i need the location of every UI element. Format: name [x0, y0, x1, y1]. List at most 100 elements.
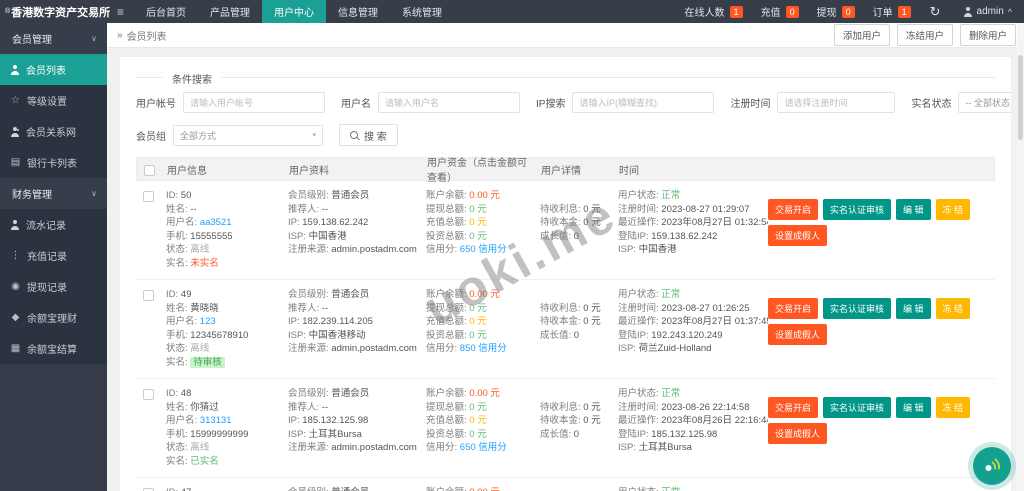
user-details-cell: 待收利息: 0 元 待收本金: 0 元 成长值: 0 — [540, 189, 618, 270]
row-checkbox[interactable] — [143, 290, 154, 301]
sidebar-group-members[interactable]: 会员管理∨ — [0, 23, 107, 54]
freeze-button[interactable]: 冻 结 — [936, 397, 971, 418]
realname-verify-button[interactable]: 实名认证审核 — [823, 298, 891, 319]
edit-button[interactable]: 编 辑 — [896, 298, 931, 319]
set-fake-user-button[interactable]: 设置成假人 — [768, 423, 827, 444]
row-checkbox[interactable] — [143, 389, 154, 400]
realname-status-select[interactable]: -- 全部状态 --▾ — [958, 92, 1012, 113]
last-operation-time: 2023年08月27日 01:37:45 — [661, 316, 768, 327]
search-button[interactable]: 搜 索 — [339, 124, 398, 146]
recharge-total[interactable]: 0 元 — [469, 217, 486, 228]
online-status: 离线 — [190, 442, 209, 453]
breadcrumb: » 会员列表 — [117, 28, 167, 43]
stat-recharge[interactable]: 充值0 — [752, 4, 808, 19]
search-panel-title: 条件搜索 — [162, 71, 222, 86]
col-time: 时间 — [619, 162, 769, 177]
select-all-checkbox[interactable] — [144, 165, 155, 176]
balance-value[interactable]: 0.00 元 — [469, 289, 500, 300]
field-register-time: 注册时间 — [730, 92, 895, 113]
breadcrumb-arrow-icon: » — [117, 30, 123, 41]
nav-system[interactable]: 系统管理 — [390, 0, 454, 23]
refresh-icon[interactable]: ↻ — [920, 4, 951, 20]
withdraw-total[interactable]: 0 元 — [469, 204, 486, 215]
hamburger-icon[interactable]: ≡ — [107, 0, 134, 23]
actions-cell: 交易开启 实名认证审核 编 辑 冻 结 设置成假人 — [768, 387, 995, 468]
nav-products[interactable]: 产品管理 — [198, 0, 262, 23]
sidebar-item-yuebao-invest[interactable]: ◆余额宝理财 — [0, 302, 107, 333]
user-details-cell: 待收利息: 0 元 待收本金: 0 元 成长值: 0 — [540, 486, 618, 491]
table-header: 用户信息 用户资料 用户资金（点击金额可查看） 用户详情 时间 — [136, 157, 995, 181]
nav-user-center[interactable]: 用户中心 — [262, 0, 326, 23]
invest-total[interactable]: 0 元 — [469, 330, 486, 341]
ip-search-input[interactable] — [572, 92, 714, 113]
invest-total[interactable]: 0 元 — [469, 429, 486, 440]
member-group-select[interactable]: 全部方式▾ — [173, 125, 323, 146]
sidebar-item-flow-records[interactable]: 流水记录 — [0, 209, 107, 240]
sidebar-item-recharge-records[interactable]: ⋮充值记录 — [0, 240, 107, 271]
withdraw-count-badge: 0 — [842, 6, 855, 18]
freeze-user-button[interactable]: 冻结用户 — [897, 24, 953, 46]
time-cell: 用户状态: 正常 注册时间: 2023-08-26 20:57:11 最近操作:… — [618, 486, 768, 491]
nav-home[interactable]: 后台首页 — [134, 0, 198, 23]
search-row-2: 会员组 全部方式▾ 搜 索 — [136, 124, 995, 146]
customer-service-button[interactable] — [973, 447, 1011, 485]
scrollbar-track[interactable] — [1017, 23, 1024, 491]
account-state: 正常 — [661, 388, 680, 399]
username-link[interactable]: 123 — [200, 316, 216, 327]
credit-score[interactable]: 650 信用分 — [460, 244, 507, 255]
user-funds-cell: 账户余额: 0.00 元 提现总额: 0 元 充值总额: 0 元 投资总额: 0… — [426, 189, 540, 270]
sidebar-item-withdraw-records[interactable]: ◉提现记录 — [0, 271, 107, 302]
username-input[interactable] — [378, 92, 520, 113]
member-level: 普通会员 — [331, 289, 369, 300]
credit-score[interactable]: 650 信用分 — [460, 442, 507, 453]
invest-total[interactable]: 0 元 — [469, 231, 486, 242]
username-link[interactable]: 313131 — [200, 415, 232, 426]
trade-open-button[interactable]: 交易开启 — [768, 298, 818, 319]
edit-button[interactable]: 编 辑 — [896, 199, 931, 220]
credit-score[interactable]: 850 信用分 — [460, 343, 507, 354]
balance-value[interactable]: 0.00 元 — [469, 190, 500, 201]
set-fake-user-button[interactable]: 设置成假人 — [768, 225, 827, 246]
freeze-button[interactable]: 冻 结 — [936, 298, 971, 319]
user-info-cell: ID: 50 姓名: -- 用户名: aa3521 手机: 15555555 状… — [166, 189, 288, 270]
recharge-total[interactable]: 0 元 — [469, 316, 486, 327]
table-row: ID: 47 姓名: 无 用户名: lcf1234567 手机: 1234567… — [136, 478, 995, 491]
withdraw-total[interactable]: 0 元 — [469, 402, 486, 413]
register-isp: 中国香港移动 — [309, 330, 366, 341]
sidebar-item-yuebao-settle[interactable]: ▦余额宝结算 — [0, 333, 107, 364]
stat-orders[interactable]: 订单1 — [864, 4, 920, 19]
realname-verify-button[interactable]: 实名认证审核 — [823, 199, 891, 220]
edit-button[interactable]: 编 辑 — [896, 397, 931, 418]
table-body: ID: 50 姓名: -- 用户名: aa3521 手机: 15555555 状… — [136, 181, 995, 491]
sidebar-group-finance[interactable]: 财务管理∨ — [0, 178, 107, 209]
account-input[interactable] — [183, 92, 325, 113]
stat-withdraw[interactable]: 提现0 — [808, 4, 864, 19]
login-isp: 中国香港 — [639, 244, 677, 255]
trade-open-button[interactable]: 交易开启 — [768, 397, 818, 418]
balance-value[interactable]: 0.00 元 — [469, 388, 500, 399]
balance-value[interactable]: 0.00 元 — [469, 487, 500, 491]
user-funds-cell: 账户余额: 0.00 元 提现总额: 0 元 充值总额: 0 元 投资总额: 0… — [426, 486, 540, 491]
stat-online[interactable]: 在线人数1 — [676, 4, 752, 19]
nav-info[interactable]: 信息管理 — [326, 0, 390, 23]
trade-open-button[interactable]: 交易开启 — [768, 199, 818, 220]
add-user-button[interactable]: 添加用户 — [834, 24, 890, 46]
sidebar-item-member-list[interactable]: 会员列表 — [0, 54, 107, 85]
withdraw-total[interactable]: 0 元 — [469, 303, 486, 314]
row-checkbox[interactable] — [143, 191, 154, 202]
freeze-button[interactable]: 冻 结 — [936, 199, 971, 220]
delete-user-button[interactable]: 删除用户 — [960, 24, 1016, 46]
sidebar-item-relation-network[interactable]: 会员关系网 — [0, 116, 107, 147]
account-state: 正常 — [661, 289, 680, 300]
set-fake-user-button[interactable]: 设置成假人 — [768, 324, 827, 345]
register-time-input[interactable] — [777, 92, 895, 113]
scrollbar-thumb[interactable] — [1018, 55, 1023, 140]
user-phone: 15999999999 — [190, 429, 248, 440]
sidebar-item-bankcard-list[interactable]: ▤银行卡列表 — [0, 147, 107, 178]
realname-verify-button[interactable]: 实名认证审核 — [823, 397, 891, 418]
user-icon — [963, 7, 973, 17]
admin-menu[interactable]: admin ^ — [951, 6, 1024, 17]
username-link[interactable]: aa3521 — [200, 217, 232, 228]
sidebar-item-level-settings[interactable]: ☆等级设置 — [0, 85, 107, 116]
recharge-total[interactable]: 0 元 — [469, 415, 486, 426]
